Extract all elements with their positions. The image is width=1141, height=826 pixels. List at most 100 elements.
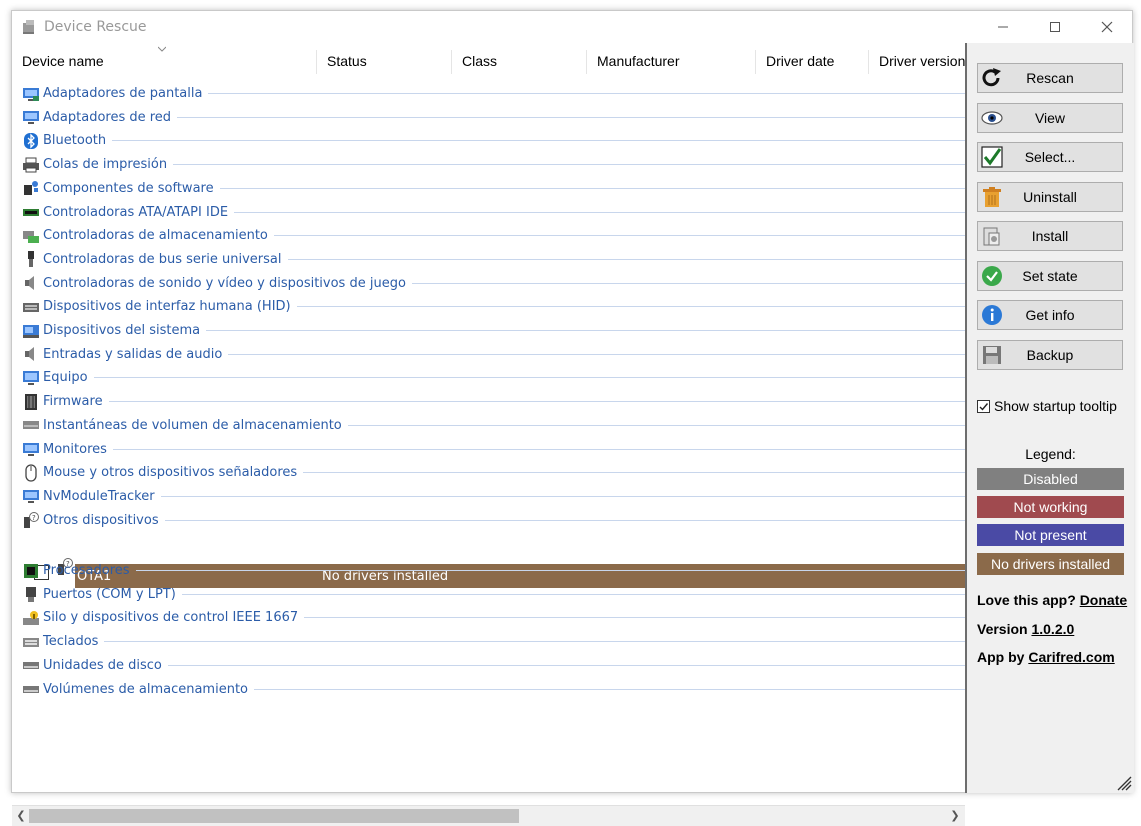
group-separator-line <box>208 93 965 94</box>
device-group-row[interactable]: Unidades de disco <box>22 654 965 677</box>
device-group-label[interactable]: Controladoras de almacenamiento <box>43 228 268 243</box>
select-button[interactable]: Select... <box>977 142 1123 172</box>
column-driver-date[interactable]: Driver date <box>756 48 869 74</box>
device-group-row[interactable]: Bluetooth <box>22 129 965 152</box>
column-class[interactable]: Class <box>452 48 587 74</box>
device-group-row[interactable]: Componentes de software <box>22 177 965 200</box>
device-group-label[interactable]: Procesadores <box>43 563 130 578</box>
device-group-row[interactable]: Dispositivos del sistema <box>22 319 965 342</box>
device-group-row[interactable]: Controladoras de bus serie universal <box>22 248 965 271</box>
device-group-label[interactable]: Controladoras de sonido y vídeo y dispos… <box>43 276 406 291</box>
device-group-row[interactable]: Silo y dispositivos de control IEEE 1667 <box>22 606 965 629</box>
device-group-row[interactable]: Dispositivos de interfaz humana (HID) <box>22 295 965 318</box>
legend-not-present: Not present <box>977 524 1124 547</box>
device-group-row[interactable]: Puertos (COM y LPT) <box>22 583 965 606</box>
column-manufacturer[interactable]: Manufacturer <box>587 48 756 74</box>
group-separator-line <box>160 495 965 497</box>
device-group-row[interactable]: Entradas y salidas de audio <box>22 343 965 366</box>
device-group-row[interactable]: Adaptadores de red <box>22 106 965 129</box>
group-separator-line <box>234 211 965 213</box>
device-group-label[interactable]: Componentes de software <box>43 181 214 196</box>
device-list[interactable]: Device name Status Class Manufacturer Dr… <box>12 43 965 826</box>
column-device-name[interactable]: Device name <box>12 48 317 74</box>
maximize-button[interactable] <box>1032 11 1078 43</box>
donate-link[interactable]: Donate <box>1080 592 1127 608</box>
device-group-row[interactable]: Equipo <box>22 366 965 389</box>
device-group-row[interactable]: Firmware <box>22 390 965 413</box>
startup-tooltip-toggle[interactable]: Show startup tooltip <box>977 398 1117 414</box>
device-group-label[interactable]: Firmware <box>43 394 103 409</box>
device-group-label[interactable]: Unidades de disco <box>43 658 162 673</box>
device-group-label[interactable]: Equipo <box>43 370 88 385</box>
hid-icon <box>23 302 39 312</box>
title-bar[interactable]: Device Rescue <box>12 11 1132 43</box>
device-group-row[interactable]: ? Otros dispositivos <box>22 509 965 532</box>
volume-shadow-icon <box>23 421 39 430</box>
device-group-label[interactable]: Volúmenes de almacenamiento <box>43 682 248 697</box>
device-group-label[interactable]: Colas de impresión <box>43 157 167 172</box>
device-group-row[interactable]: Teclados <box>22 630 965 653</box>
device-group-label[interactable]: Controladoras ATA/ATAPI IDE <box>43 205 228 220</box>
device-group-row[interactable]: Volúmenes de almacenamiento <box>22 678 965 701</box>
group-separator-line <box>303 472 965 474</box>
device-group-row[interactable]: Instantáneas de volumen de almacenamient… <box>22 414 965 437</box>
group-separator-line <box>347 424 965 426</box>
device-group-label[interactable]: NvModuleTracker <box>43 489 155 504</box>
device-group-label[interactable]: Otros dispositivos <box>43 513 159 528</box>
app-window: Device Rescue Device name Status Class M… <box>11 10 1134 826</box>
device-group-row[interactable]: Controladoras ATA/ATAPI IDE <box>22 201 965 224</box>
button-label: Get info <box>1025 307 1075 323</box>
view-button[interactable]: View <box>977 102 1123 133</box>
scroll-left-arrow-icon[interactable]: ❮ <box>14 809 28 823</box>
device-group-row[interactable]: Colas de impresión <box>22 153 965 176</box>
usb-icon <box>28 251 34 268</box>
trash-icon <box>983 186 1001 207</box>
device-group-label[interactable]: Controladoras de bus serie universal <box>43 252 282 267</box>
group-separator-line <box>219 187 965 189</box>
version-link[interactable]: 1.0.2.0 <box>1031 621 1074 637</box>
author-link[interactable]: Carifred.com <box>1028 649 1114 665</box>
scroll-right-arrow-icon[interactable]: ❯ <box>948 809 962 823</box>
set-state-button[interactable]: Set state <box>977 260 1123 291</box>
device-group-label[interactable]: Silo y dispositivos de control IEEE 1667 <box>43 610 298 625</box>
device-group-row[interactable]: Procesadores <box>22 559 965 582</box>
device-group-label[interactable]: Entradas y salidas de audio <box>43 347 222 362</box>
horizontal-scrollbar[interactable]: ❮ ❯ <box>12 805 965 826</box>
startup-tooltip-checkbox[interactable] <box>977 399 990 413</box>
column-status[interactable]: Status <box>317 48 452 74</box>
device-group-row[interactable]: Mouse y otros dispositivos señaladores <box>22 461 965 484</box>
device-group-row[interactable]: NvModuleTracker <box>22 485 965 508</box>
network-adapter-icon <box>23 111 39 125</box>
device-group-label[interactable]: Dispositivos de interfaz humana (HID) <box>43 299 291 314</box>
close-button[interactable] <box>1084 11 1130 43</box>
device-group-label[interactable]: Monitores <box>43 442 107 457</box>
device-group-label[interactable]: Bluetooth <box>43 133 106 148</box>
group-separator-line <box>181 593 965 595</box>
scrollbar-thumb[interactable] <box>29 809 519 823</box>
device-group-label[interactable]: Mouse y otros dispositivos señaladores <box>43 465 297 480</box>
device-group-row[interactable]: Monitores <box>22 438 965 461</box>
device-group-row[interactable]: Adaptadores de pantalla <box>22 82 965 105</box>
device-group-label[interactable]: Adaptadores de red <box>43 110 171 125</box>
device-group-label[interactable]: Teclados <box>43 634 98 649</box>
rescan-button[interactable]: Rescan <box>977 63 1123 93</box>
resize-grip-icon[interactable] <box>1116 775 1132 791</box>
device-group-label[interactable]: Instantáneas de volumen de almacenamient… <box>43 418 342 433</box>
close-icon <box>1101 21 1113 33</box>
device-group-label[interactable]: Puertos (COM y LPT) <box>43 587 176 602</box>
startup-tooltip-label: Show startup tooltip <box>994 398 1117 414</box>
backup-button[interactable]: Backup <box>977 339 1123 370</box>
device-group-row[interactable]: Controladoras de sonido y vídeo y dispos… <box>22 272 965 295</box>
column-driver-version[interactable]: Driver version <box>869 48 965 74</box>
install-button[interactable]: Install <box>977 221 1123 251</box>
maximize-icon <box>1050 22 1060 32</box>
group-separator-line <box>304 617 965 619</box>
get-info-button[interactable]: Get info <box>977 300 1123 330</box>
display-adapter-icon <box>23 87 39 101</box>
minimize-button[interactable] <box>980 11 1026 43</box>
uninstall-button[interactable]: Uninstall <box>977 181 1123 212</box>
device-group-label[interactable]: Adaptadores de pantalla <box>43 86 202 101</box>
group-separator-line <box>135 570 965 571</box>
device-group-label[interactable]: Dispositivos del sistema <box>43 323 200 338</box>
device-group-row[interactable]: Controladoras de almacenamiento <box>22 224 965 247</box>
